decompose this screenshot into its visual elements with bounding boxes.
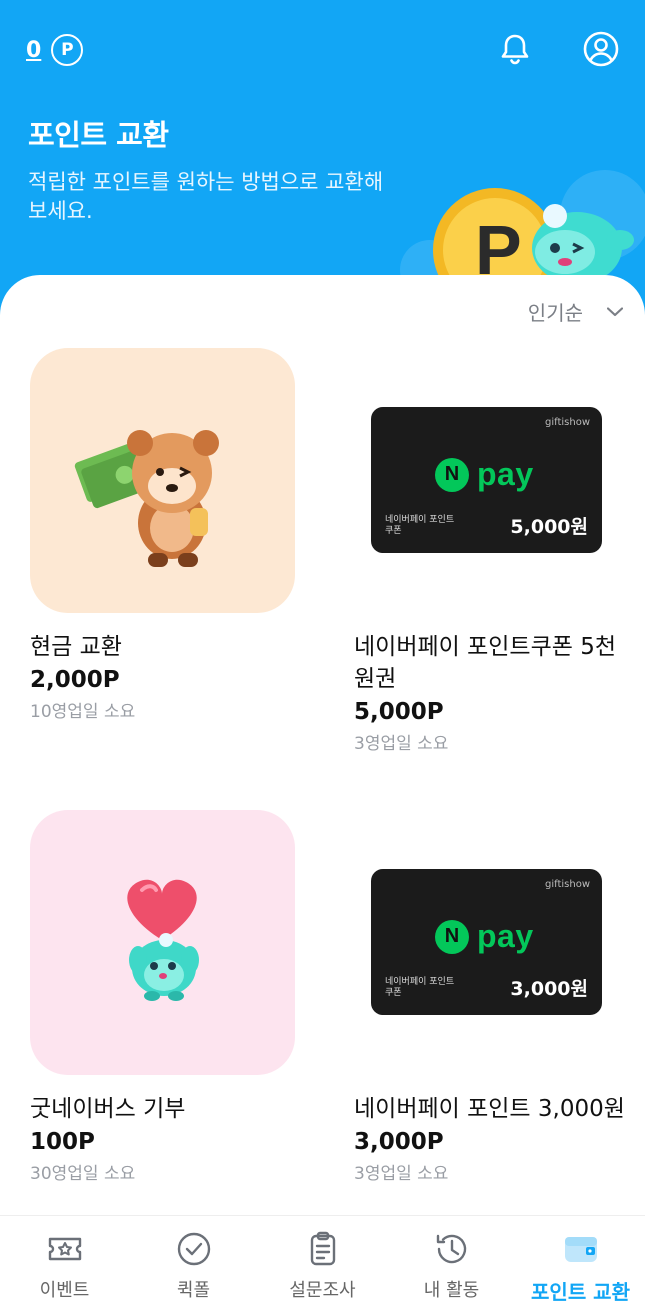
nav-item-quickpoll[interactable]: 퀵폴: [129, 1216, 258, 1307]
card-brand: giftishow: [544, 417, 590, 428]
exchange-item-npay-coupon[interactable]: giftishow N pay 네이버페이 포인트 쿠폰 5,000원 네이버페…: [354, 348, 634, 754]
sort-dropdown[interactable]: 인기순: [528, 297, 623, 326]
npay-logo-text: pay: [477, 456, 534, 492]
header: 0 P 포인트 교환 적립한 포인트를 원하는 방법으로 교환해 보세요. P: [0, 0, 645, 320]
item-processing-time: 3영업일 소요: [354, 734, 449, 754]
clipboard-icon: [310, 1231, 335, 1266]
bear-money-illustration: [74, 430, 219, 567]
cash-mascot-thumbnail: [30, 348, 295, 613]
ticket-icon: [48, 1237, 81, 1261]
page-subtitle: 적립한 포인트를 원하는 방법으로 교환해 보세요.: [28, 170, 384, 223]
item-processing-time: 30영업일 소요: [30, 1164, 136, 1184]
nav-item-event[interactable]: 이벤트: [0, 1216, 129, 1307]
item-name: 굿네이버스 기부: [30, 1096, 186, 1122]
heart-mascot-thumbnail: [30, 810, 295, 1075]
wallet-icon: [564, 1237, 597, 1262]
card-amount: 3,000원: [510, 978, 588, 1000]
npay-logo: N pay: [435, 456, 534, 493]
exchange-item-npay-point[interactable]: giftishow N pay 네이버페이 포인트 쿠폰 3,000원 네이버페…: [354, 810, 634, 1184]
nav-item-survey[interactable]: 설문조사: [258, 1216, 387, 1307]
nav-item-my-activity[interactable]: 내 활동: [387, 1216, 516, 1307]
bottom-nav: 이벤트 퀵폴 설문조사 내 활동 포인트 교환: [0, 1215, 645, 1307]
item-price: 5,000P: [354, 699, 444, 725]
card-subtitle: 네이버페이 포인트 쿠폰: [385, 515, 455, 536]
npay-gift-card: giftishow N pay 네이버페이 포인트 쿠폰 3,000원: [371, 869, 602, 1015]
npay-n-icon: N: [435, 457, 469, 492]
item-name: 네이버페이 포인트쿠폰 5천원권: [354, 634, 617, 692]
item-name: 네이버페이 포인트 3,000원: [354, 1096, 625, 1122]
card-brand: giftishow: [544, 879, 590, 890]
item-name: 현금 교환: [30, 634, 122, 660]
item-price: 2,000P: [30, 667, 120, 693]
npay-card-thumbnail: giftishow N pay 네이버페이 포인트 쿠폰 5,000원: [354, 348, 619, 613]
nav-label: 퀵폴: [176, 1280, 211, 1301]
npay-gift-card: giftishow N pay 네이버페이 포인트 쿠폰 5,000원: [371, 407, 602, 553]
nav-label: 설문조사: [289, 1280, 356, 1301]
item-processing-time: 3영업일 소요: [354, 1164, 449, 1184]
item-processing-time: 10영업일 소요: [30, 702, 136, 722]
points-value[interactable]: 0: [26, 38, 41, 63]
points-balance[interactable]: 0 P: [26, 34, 84, 66]
sort-label: 인기순: [527, 301, 583, 325]
history-icon: [436, 1234, 466, 1264]
bell-icon[interactable]: [496, 30, 534, 68]
exchange-list: 인기순 현금 교환 2,000P 10영업일 소요 giftishow N pa…: [0, 275, 645, 1215]
npay-logo: N pay: [435, 918, 534, 955]
npay-card-thumbnail: giftishow N pay 네이버페이 포인트 쿠폰 3,000원: [354, 810, 619, 1075]
profile-icon[interactable]: [582, 30, 620, 68]
nav-label: 포인트 교환: [531, 1280, 630, 1304]
chevron-down-icon: [607, 306, 623, 316]
check-circle-icon: [177, 1232, 210, 1266]
card-subtitle: 네이버페이 포인트 쿠폰: [385, 977, 455, 998]
nav-label: 이벤트: [39, 1280, 90, 1301]
item-price: 3,000P: [354, 1129, 444, 1155]
npay-n-icon: N: [435, 919, 469, 954]
npay-logo-text: pay: [477, 918, 534, 954]
page-title: 포인트 교환: [28, 118, 169, 152]
card-amount: 5,000원: [510, 516, 588, 538]
nav-item-point-exchange[interactable]: 포인트 교환: [516, 1216, 645, 1307]
exchange-item-donation[interactable]: 굿네이버스 기부 100P 30영업일 소요: [30, 810, 310, 1184]
item-price: 100P: [30, 1129, 95, 1155]
nav-label: 내 활동: [423, 1280, 480, 1301]
exchange-item-cash[interactable]: 현금 교환 2,000P 10영업일 소요: [30, 348, 310, 722]
point-coin-icon: P: [51, 34, 84, 66]
heart-mascot-illustration: [127, 879, 199, 1001]
